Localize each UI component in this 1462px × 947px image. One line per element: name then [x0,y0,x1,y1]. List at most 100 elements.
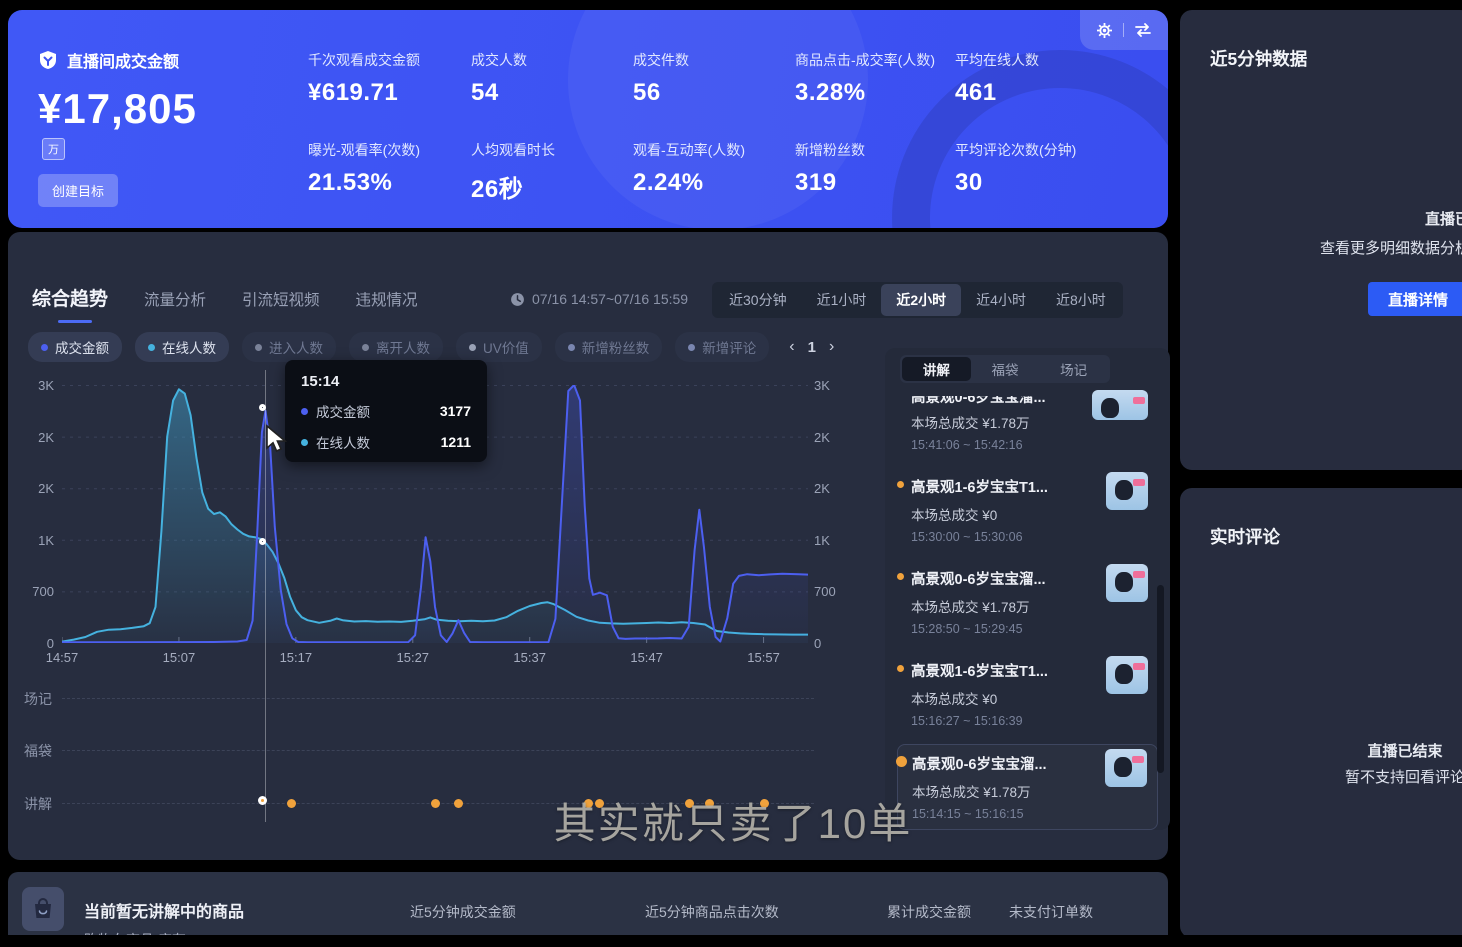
banner-metric: 人均观看时长26秒 [471,140,633,228]
five-min-title: 近5分钟数据 [1210,46,1307,71]
banner-metric: 新增粉丝数319 [795,140,955,228]
product-list: 高景观0-6岁宝宝溜...本场总成交 ¥1.78万15:41:06 ~ 15:4… [885,388,1170,838]
x-tick-label: 15:37 [513,650,546,665]
live-detail-button[interactable]: 直播详情 [1368,282,1462,316]
banner-metric: 成交人数54 [471,50,633,140]
time-range-group: 近30分钟近1小时近2小时近4小时近8小时 [712,282,1123,318]
range-button[interactable]: 近2小时 [881,284,961,316]
product-item[interactable]: 高景观0-6岁宝宝溜...本场总成交 ¥1.78万15:41:06 ~ 15:4… [897,388,1158,460]
trend-tab[interactable]: 综合趋势 [32,284,108,311]
legend-pill[interactable]: 进入人数 [242,332,336,362]
metric-value: 2.24% [633,169,795,197]
legend-dot [688,344,695,351]
metric-label: 曝光-观看率(次数) [308,140,471,160]
x-tick-label: 15:07 [163,650,196,665]
main-gmv-block: 直播间成交金额 ¥17,805 万 创建目标 [38,48,197,207]
metric-label: 商品点击-成交率(人数) [795,50,955,70]
metric-value: 461 [955,79,1115,107]
tooltip-row: 在线人数1211 [301,432,471,452]
banner-metric: 平均在线人数 461 [955,50,1115,140]
legend-pill[interactable]: 新增粉丝数 [555,332,663,362]
y-tick-label: 2K [8,430,54,445]
legend-pill[interactable]: 离开人数 [349,332,443,362]
page-next-icon[interactable]: › [826,338,837,356]
y-tick-label: 2K [814,481,854,496]
range-button[interactable]: 近8小时 [1041,284,1121,316]
legend-pill[interactable]: 在线人数 [135,332,229,362]
crosshair-marker [259,538,266,545]
metric-label: 成交人数 [471,50,633,70]
explain-tab[interactable]: 讲解 [902,357,971,381]
explain-tab[interactable]: 福袋 [971,357,1040,381]
y-tick-label: 1K [8,533,54,548]
trend-tab[interactable]: 违规情况 [356,288,418,310]
trend-tab[interactable]: 引流短视频 [242,288,320,310]
y-tick-label: 3K [814,378,854,393]
page-number: 1 [808,339,816,356]
product-time-range: 15:28:50 ~ 15:29:45 [911,622,1152,636]
y-tick-label: 0 [814,636,854,651]
product-thumbnail [1106,564,1148,602]
y-tick-label: 700 [814,584,854,599]
bottom-metric-label: 近5分钟成交金额 [410,902,516,922]
legend-dot [148,344,155,351]
metric-value: 26秒 [471,169,633,204]
legend-pill[interactable]: 成交金额 [28,332,122,362]
range-button[interactable]: 近30分钟 [714,284,802,316]
y-tick-label: 3K [8,378,54,393]
metric-value: 3.28% [795,79,955,107]
legend-label: UV价值 [483,337,529,357]
scrollbar[interactable] [1157,585,1164,773]
bottom-metric-label: 近5分钟商品点击次数 [645,902,779,922]
tooltip-series-label: 在线人数 [316,432,370,452]
date-range-text: 07/16 14:57~07/16 15:59 [532,291,688,307]
metric-value: ¥619.71 [308,79,471,107]
trend-tab[interactable]: 流量分析 [144,288,206,310]
ended-line1: 直播已结束 [1200,208,1462,229]
metric-value: 21.53% [308,169,471,197]
trend-panel: 综合趋势 流量分析 引流短视频 违规情况 07/16 14:57~07/16 15:5… [8,232,1168,860]
product-time-range: 15:30:00 ~ 15:30:06 [911,530,1152,544]
letterbox-strip [0,935,1462,947]
tooltip-time: 15:14 [301,373,471,390]
tooltip-series-dot [301,439,308,446]
product-item[interactable]: 高景观0-6岁宝宝溜...本场总成交 ¥1.78万15:28:50 ~ 15:2… [897,560,1158,644]
product-thumbnail [1106,472,1148,510]
product-title-clipped: 高景观0-6岁宝宝溜... [911,396,1071,405]
y-tick-label: 2K [8,481,54,496]
range-button[interactable]: 近4小时 [961,284,1041,316]
main-gmv-label: 直播间成交金额 [67,48,179,72]
explain-tab[interactable]: 场记 [1039,357,1108,381]
legend-label: 成交金额 [55,337,109,357]
legend-pill[interactable]: 新增评论 [675,332,769,362]
product-title: 高景观0-6岁宝宝溜... [911,396,1071,405]
gear-icon[interactable] [1096,22,1113,39]
range-button[interactable]: 近1小时 [802,284,882,316]
trend-tab-label: 流量分析 [144,292,206,309]
trend-tab-bar: 综合趋势 流量分析 引流短视频 违规情况 [32,284,418,311]
trend-tab-label: 引流短视频 [242,292,320,309]
x-tick-label: 15:57 [747,650,780,665]
product-item[interactable]: 高景观1-6岁宝宝T1...本场总成交 ¥015:30:00 ~ 15:30:0… [897,468,1158,552]
marker-row-label: 场记 [24,689,52,709]
product-item[interactable]: 高景观1-6岁宝宝T1...本场总成交 ¥015:16:27 ~ 15:16:3… [897,652,1158,736]
y-tick-label: 700 [8,584,54,599]
trend-tab-label: 综合趋势 [32,289,108,310]
ended-line2: 暂不支持回看评论 [1260,766,1462,787]
legend-pill[interactable]: UV价值 [456,332,542,362]
create-goal-button[interactable]: 创建目标 [38,174,118,207]
explain-event-dot[interactable] [287,799,296,808]
metric-label: 观看-互动率(人数) [633,140,795,160]
product-thumbnail [1105,749,1147,787]
metric-label: 成交件数 [633,50,795,70]
trend-tab-label: 违规情况 [356,292,418,309]
swap-icon[interactable] [1134,23,1152,37]
legend-dot [255,344,262,351]
bottom-metric-label: 累计成交金额 [887,902,971,922]
page-prev-icon[interactable]: ‹ [786,338,797,356]
legend-pagination: ‹ 1 › [786,338,837,356]
metric-label: 平均在线人数 [955,50,1115,70]
chart-legend: 成交金额 在线人数进入人数离开人数 UV价值 新增粉丝数新增评论 ‹ 1 › [28,332,837,362]
metric-value: 319 [795,169,955,197]
y-tick-label: 1K [814,533,854,548]
